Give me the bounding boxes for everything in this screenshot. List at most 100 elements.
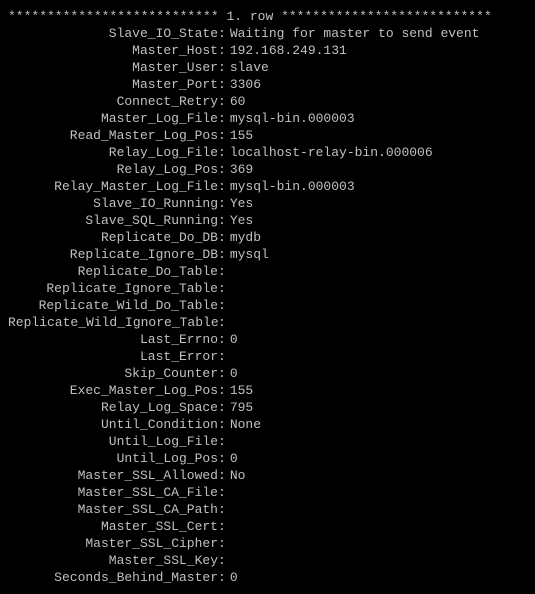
status-label: Slave_SQL_Running [8,212,218,229]
status-row: Seconds_Behind_Master: 0 [8,569,527,586]
status-row: Master_SSL_Key: [8,552,527,569]
status-label: Read_Master_Log_Pos [8,127,218,144]
separator: : [218,569,230,586]
status-row: Connect_Retry: 60 [8,93,527,110]
separator: : [218,467,230,484]
status-row: Master_SSL_Cert: [8,518,527,535]
separator: : [218,212,230,229]
separator: : [218,501,230,518]
status-value: 369 [230,161,253,178]
status-row: Master_Host: 192.168.249.131 [8,42,527,59]
status-row: Master_Log_File: mysql-bin.000003 [8,110,527,127]
status-row: Master_SSL_CA_File: [8,484,527,501]
status-value: mysql-bin.000003 [230,110,355,127]
status-row: Replicate_Ignore_Table: [8,280,527,297]
status-row: Master_SSL_Allowed: No [8,467,527,484]
separator: : [218,76,230,93]
separator: : [218,314,230,331]
status-value: None [230,416,261,433]
status-value: Yes [230,212,253,229]
status-label: Last_Errno [8,331,218,348]
separator: : [218,348,230,365]
status-label: Master_SSL_Allowed [8,467,218,484]
row-header: *************************** 1. row *****… [8,8,527,25]
status-row: Master_SSL_Cipher: [8,535,527,552]
separator: : [218,127,230,144]
status-row: Master_Port: 3306 [8,76,527,93]
status-label: Master_SSL_Key [8,552,218,569]
status-label: Slave_IO_Running [8,195,218,212]
status-label: Until_Log_Pos [8,450,218,467]
status-row: Replicate_Wild_Ignore_Table: [8,314,527,331]
status-row: Slave_IO_State: Waiting for master to se… [8,25,527,42]
status-label: Master_Host [8,42,218,59]
separator: : [218,246,230,263]
status-label: Replicate_Do_Table [8,263,218,280]
status-row: Replicate_Do_DB: mydb [8,229,527,246]
separator: : [218,178,230,195]
status-label: Replicate_Do_DB [8,229,218,246]
status-label: Replicate_Wild_Ignore_Table [8,314,218,331]
status-label: Relay_Master_Log_File [8,178,218,195]
status-label: Relay_Log_Space [8,399,218,416]
separator: : [218,433,230,450]
status-label: Replicate_Ignore_Table [8,280,218,297]
status-row: Replicate_Ignore_DB: mysql [8,246,527,263]
status-value: 155 [230,382,253,399]
separator: : [218,195,230,212]
separator: : [218,399,230,416]
separator: : [218,552,230,569]
separator: : [218,331,230,348]
status-row: Until_Condition: None [8,416,527,433]
status-label: Seconds_Behind_Master [8,569,218,586]
status-label: Relay_Log_File [8,144,218,161]
separator: : [218,365,230,382]
status-row: Replicate_Do_Table: [8,263,527,280]
status-value: localhost-relay-bin.000006 [230,144,433,161]
status-value: mysql [230,246,269,263]
status-row: Skip_Counter: 0 [8,365,527,382]
status-value: Yes [230,195,253,212]
separator: : [218,382,230,399]
header-label: 1. row [219,9,281,24]
separator: : [218,59,230,76]
status-value: 60 [230,93,246,110]
status-row: Slave_IO_Running: Yes [8,195,527,212]
status-rows: Slave_IO_State: Waiting for master to se… [8,25,527,586]
status-value: 155 [230,127,253,144]
status-row: Read_Master_Log_Pos: 155 [8,127,527,144]
separator: : [218,450,230,467]
separator: : [218,535,230,552]
status-value: 795 [230,399,253,416]
separator: : [218,484,230,501]
status-label: Replicate_Wild_Do_Table [8,297,218,314]
status-row: Replicate_Wild_Do_Table: [8,297,527,314]
status-row: Relay_Log_Space: 795 [8,399,527,416]
status-label: Master_SSL_CA_Path [8,501,218,518]
status-label: Replicate_Ignore_DB [8,246,218,263]
separator: : [218,110,230,127]
status-value: slave [230,59,269,76]
status-label: Master_User [8,59,218,76]
status-label: Master_Port [8,76,218,93]
status-label: Relay_Log_Pos [8,161,218,178]
status-value: No [230,467,246,484]
status-label: Master_SSL_Cert [8,518,218,535]
status-label: Master_SSL_Cipher [8,535,218,552]
status-label: Exec_Master_Log_Pos [8,382,218,399]
status-row: Last_Error: [8,348,527,365]
separator: : [218,144,230,161]
status-row: Master_SSL_CA_Path: [8,501,527,518]
status-label: Until_Condition [8,416,218,433]
status-label: Skip_Counter [8,365,218,382]
separator: : [218,229,230,246]
status-label: Until_Log_File [8,433,218,450]
header-right-stars: *************************** [281,9,492,24]
status-row: Master_User: slave [8,59,527,76]
status-value: mydb [230,229,261,246]
status-row: Slave_SQL_Running: Yes [8,212,527,229]
status-label: Slave_IO_State [8,25,218,42]
separator: : [218,93,230,110]
status-row: Relay_Master_Log_File: mysql-bin.000003 [8,178,527,195]
status-value: 192.168.249.131 [230,42,347,59]
